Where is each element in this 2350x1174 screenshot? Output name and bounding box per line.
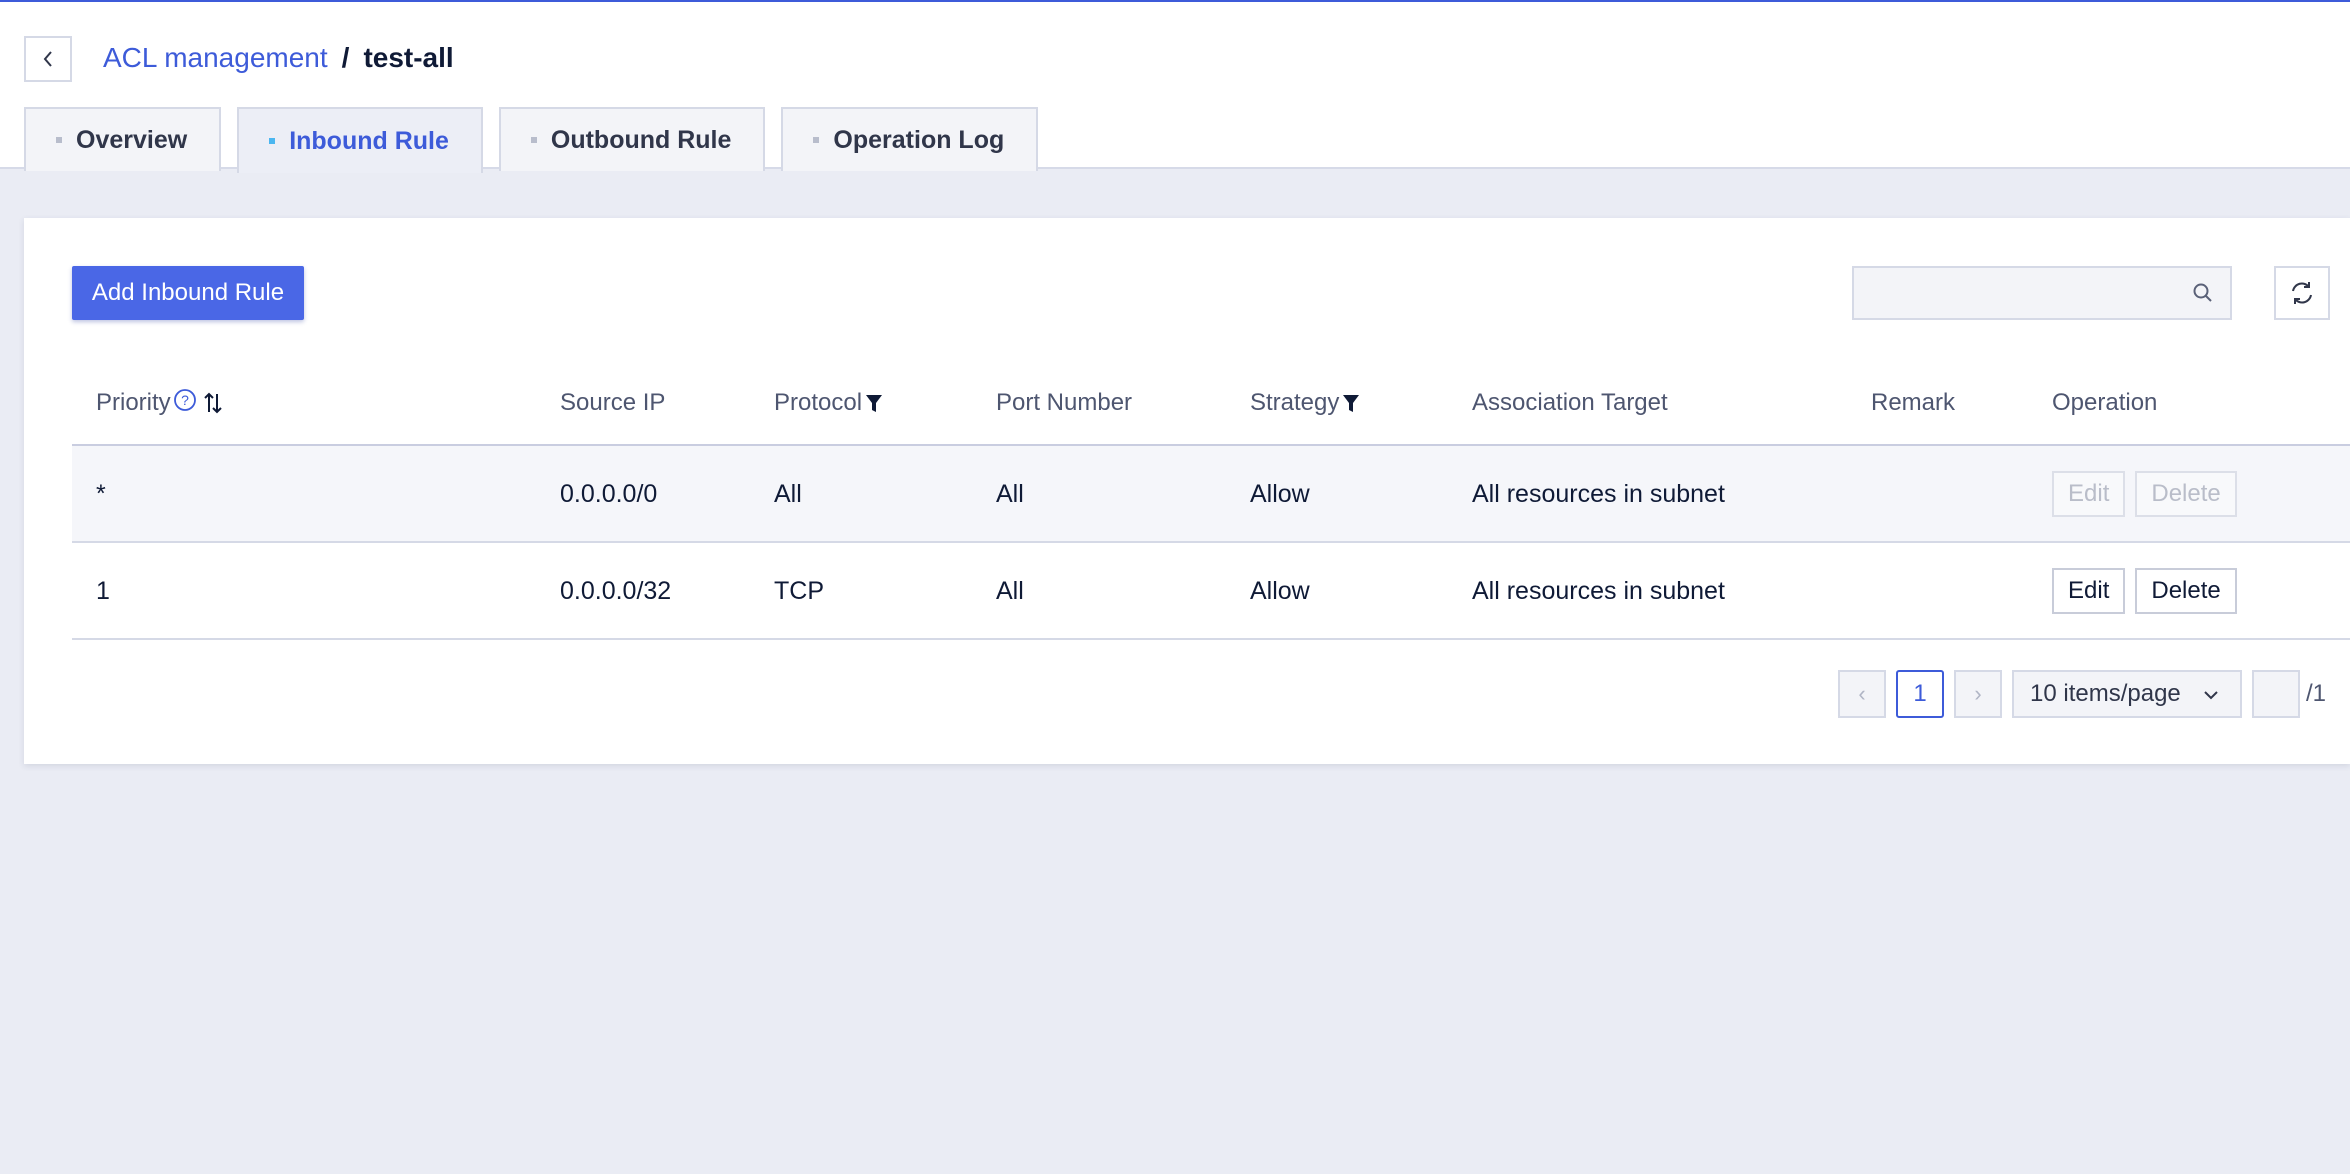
breadcrumb-parent-link[interactable]: ACL management bbox=[103, 42, 328, 74]
help-icon[interactable]: ? bbox=[173, 388, 197, 412]
tab-label: Overview bbox=[76, 125, 188, 154]
filter-icon[interactable] bbox=[864, 392, 884, 414]
tab-bar: Overview Inbound Rule Outbound Rule Oper… bbox=[24, 106, 1054, 173]
search-icon[interactable] bbox=[2192, 282, 2214, 304]
cell-protocol: TCP bbox=[774, 576, 824, 605]
table-row: 1 0.0.0.0/32 TCP All Allow All resources… bbox=[72, 543, 2350, 640]
column-header-protocol: Protocol bbox=[774, 360, 884, 446]
cell-operation: Edit Delete bbox=[2052, 446, 2247, 542]
chevron-left-icon bbox=[43, 51, 52, 67]
filter-icon[interactable] bbox=[1341, 392, 1361, 414]
tab-dot-icon bbox=[269, 138, 276, 144]
cell-source-ip: 0.0.0.0/32 bbox=[560, 576, 672, 605]
add-inbound-rule-button[interactable]: Add Inbound Rule bbox=[72, 266, 304, 320]
refresh-button[interactable] bbox=[2274, 266, 2330, 320]
page-header: ACL management / test-all Overview Inbou… bbox=[0, 2, 2350, 173]
cell-operation: Edit Delete bbox=[2052, 543, 2247, 639]
column-header-priority: Priority ? bbox=[96, 360, 223, 446]
cell-source-ip: 0.0.0.0/0 bbox=[560, 479, 658, 508]
search-input[interactable] bbox=[1854, 268, 2174, 318]
column-header-port-number: Port Number bbox=[996, 360, 1132, 446]
tab-dot-icon bbox=[813, 137, 820, 143]
rules-table: Priority ? Source IP Protocol Port Numbe… bbox=[72, 360, 2350, 640]
back-button[interactable] bbox=[24, 36, 72, 82]
svg-text:?: ? bbox=[181, 392, 189, 408]
rules-card: Add Inbound Rule Priority ? Source IP Pr… bbox=[24, 218, 2350, 764]
table-header: Priority ? Source IP Protocol Port Numbe… bbox=[72, 360, 2350, 446]
tab-operation-log[interactable]: Operation Log bbox=[781, 107, 1039, 171]
tab-label: Operation Log bbox=[833, 125, 1005, 154]
cell-strategy: Allow bbox=[1250, 576, 1310, 605]
column-header-remark: Remark bbox=[1871, 360, 1955, 446]
column-header-source-ip: Source IP bbox=[560, 360, 665, 446]
page-total: /1 bbox=[2306, 680, 2327, 707]
prev-page-button[interactable]: ‹ bbox=[1838, 670, 1886, 718]
column-header-operation: Operation bbox=[2052, 360, 2157, 446]
tab-inbound-rule[interactable]: Inbound Rule bbox=[237, 107, 483, 173]
breadcrumb-separator: / bbox=[341, 42, 350, 73]
page-jump-input[interactable] bbox=[2252, 670, 2300, 718]
column-label: Protocol bbox=[774, 389, 863, 416]
cell-priority: * bbox=[96, 479, 106, 508]
column-label: Remark bbox=[1871, 389, 1956, 416]
delete-button[interactable]: Delete bbox=[2135, 568, 2237, 614]
pagination: ‹ 1 › 10 items/page /1 bbox=[24, 670, 2350, 718]
tab-overview[interactable]: Overview bbox=[24, 107, 222, 171]
tab-dot-icon bbox=[530, 137, 537, 143]
cell-protocol: All bbox=[774, 479, 802, 508]
breadcrumb-current: test-all bbox=[363, 42, 454, 73]
delete-button: Delete bbox=[2135, 471, 2237, 517]
column-label: Source IP bbox=[560, 389, 666, 416]
cell-port-number: All bbox=[996, 576, 1024, 605]
column-label: Association Target bbox=[1472, 389, 1668, 416]
search-box bbox=[1852, 266, 2232, 320]
cell-port-number: All bbox=[996, 479, 1024, 508]
sort-icon[interactable] bbox=[203, 391, 223, 415]
table-row: * 0.0.0.0/0 All All Allow All resources … bbox=[72, 446, 2350, 543]
cell-priority: 1 bbox=[96, 576, 110, 605]
edit-button: Edit bbox=[2052, 471, 2126, 517]
column-header-association-target: Association Target bbox=[1472, 360, 1668, 446]
chevron-down-icon bbox=[2204, 691, 2218, 700]
cell-association-target: All resources in subnet bbox=[1472, 576, 1725, 605]
page-size-select[interactable]: 10 items/page bbox=[2012, 670, 2242, 718]
tab-label: Inbound Rule bbox=[289, 126, 449, 155]
column-label: Operation bbox=[2052, 389, 2158, 416]
column-label: Port Number bbox=[996, 389, 1133, 416]
tab-label: Outbound Rule bbox=[550, 125, 732, 154]
cell-strategy: Allow bbox=[1250, 479, 1310, 508]
column-label: Strategy bbox=[1250, 389, 1340, 416]
cell-association-target: All resources in subnet bbox=[1472, 479, 1725, 508]
refresh-icon bbox=[2292, 282, 2312, 304]
page-number-button[interactable]: 1 bbox=[1896, 670, 1944, 718]
edit-button[interactable]: Edit bbox=[2052, 568, 2126, 614]
next-page-button[interactable]: › bbox=[1954, 670, 2002, 718]
breadcrumb: ACL management / test-all bbox=[103, 42, 454, 74]
tab-dot-icon bbox=[56, 137, 62, 143]
tab-outbound-rule[interactable]: Outbound Rule bbox=[498, 107, 766, 171]
column-header-strategy: Strategy bbox=[1250, 360, 1361, 446]
column-label: Priority bbox=[96, 389, 171, 416]
page-size-label: 10 items/page bbox=[2030, 680, 2181, 707]
